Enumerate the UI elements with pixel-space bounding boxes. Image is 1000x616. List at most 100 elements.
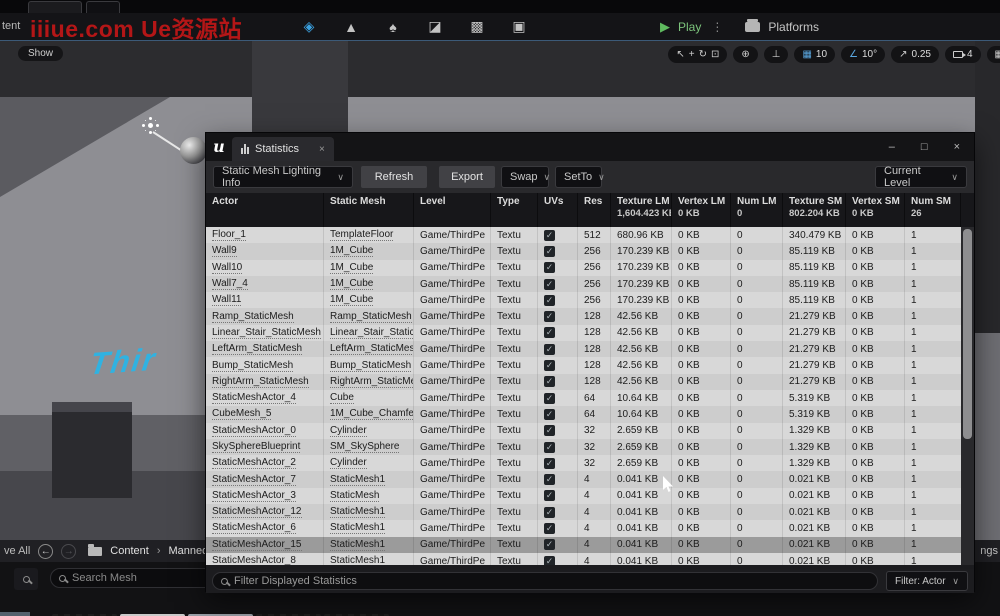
- table-row[interactable]: StaticMeshActor_12StaticMesh1Game/ThirdP…: [206, 504, 963, 520]
- settings-button-fragment[interactable]: ngs: [980, 545, 998, 557]
- actor-cell[interactable]: Wall10: [206, 260, 324, 276]
- table-row[interactable]: Wall7_41M_CubeGame/ThirdPeTextu✓256170.2…: [206, 276, 963, 292]
- actor-cell[interactable]: Ramp_StaticMesh: [206, 308, 324, 324]
- actor-cell[interactable]: StaticMeshActor_2: [206, 455, 324, 471]
- select-tool-icon[interactable]: ↖: [676, 49, 684, 60]
- actor-cell[interactable]: Wall11: [206, 292, 324, 308]
- surface-snapping-button[interactable]: ⊥: [764, 46, 789, 63]
- grid-snap-value[interactable]: 10: [816, 49, 827, 60]
- static-mesh-cell[interactable]: StaticMesh1: [324, 537, 414, 553]
- static-mesh-cell[interactable]: LeftArm_StaticMesh: [324, 341, 414, 357]
- landscape-mode-icon[interactable]: ▲: [340, 19, 362, 35]
- camera-speed-button[interactable]: 4: [945, 46, 981, 63]
- actor-cell[interactable]: SkySphereBlueprint: [206, 439, 324, 455]
- statistics-titlebar[interactable]: u Statistics × – □ ×: [206, 133, 974, 161]
- table-row[interactable]: CubeMesh_51M_Cube_ChamferGame/ThirdPeTex…: [206, 406, 963, 422]
- table-row[interactable]: StaticMeshActor_4CubeGame/ThirdPeTextu✓6…: [206, 390, 963, 406]
- column-header[interactable]: Type: [491, 193, 538, 227]
- uvs-checkbox[interactable]: ✓: [544, 393, 555, 404]
- table-row[interactable]: Bump_StaticMeshBump_StaticMeshGame/Third…: [206, 357, 963, 373]
- actor-cell[interactable]: StaticMeshActor_12: [206, 504, 324, 520]
- export-button[interactable]: Export: [439, 166, 495, 188]
- actor-cell[interactable]: Wall9: [206, 243, 324, 259]
- setto-dropdown[interactable]: SetTo ∨: [555, 166, 602, 188]
- scale-snap-value[interactable]: 0.25: [912, 49, 931, 60]
- category-dropdown[interactable]: Static Mesh Lighting Info ∨: [213, 166, 353, 188]
- actor-cell[interactable]: StaticMeshActor_8: [206, 553, 324, 565]
- camera-speed-value[interactable]: 4: [967, 49, 973, 60]
- grid-snap-button-2[interactable]: ▦: [987, 46, 1000, 63]
- static-mesh-cell[interactable]: Cylinder: [324, 455, 414, 471]
- table-row[interactable]: StaticMeshActor_2CylinderGame/ThirdPeTex…: [206, 455, 963, 471]
- uvs-checkbox[interactable]: ✓: [544, 376, 555, 387]
- actor-cell[interactable]: LeftArm_StaticMesh: [206, 341, 324, 357]
- static-mesh-cell[interactable]: 1M_Cube: [324, 243, 414, 259]
- static-mesh-cell[interactable]: 1M_Cube: [324, 260, 414, 276]
- table-row[interactable]: Ramp_StaticMeshRamp_StaticMeshGame/Third…: [206, 308, 963, 324]
- uvs-checkbox[interactable]: ✓: [544, 295, 555, 306]
- filter-search-box[interactable]: [212, 572, 878, 590]
- play-options-icon[interactable]: ⋮: [711, 20, 723, 34]
- statistics-tab[interactable]: Statistics ×: [232, 137, 334, 161]
- table-row[interactable]: StaticMeshActor_8StaticMesh1Game/ThirdPe…: [206, 553, 963, 565]
- table-row[interactable]: Linear_Stair_StaticMeshLinear_Stair_Stat…: [206, 325, 963, 341]
- filter-actor-dropdown[interactable]: Filter: Actor ∨: [886, 571, 968, 591]
- actor-cell[interactable]: StaticMeshActor_6: [206, 520, 324, 536]
- back-icon[interactable]: ←: [38, 544, 53, 559]
- save-all-button[interactable]: ve All: [4, 545, 30, 557]
- uvs-checkbox[interactable]: ✓: [544, 230, 555, 241]
- uvs-checkbox[interactable]: ✓: [544, 474, 555, 485]
- static-mesh-cell[interactable]: Ramp_StaticMesh: [324, 308, 414, 324]
- table-row[interactable]: StaticMeshActor_6StaticMesh1Game/ThirdPe…: [206, 520, 963, 536]
- chrome-sphere[interactable]: [180, 137, 207, 164]
- foliage-mode-icon[interactable]: ♠: [382, 19, 404, 35]
- modeling-mode-icon[interactable]: ▣: [508, 18, 530, 35]
- table-row[interactable]: LeftArm_StaticMeshLeftArm_StaticMeshGame…: [206, 341, 963, 357]
- uvs-checkbox[interactable]: ✓: [544, 490, 555, 501]
- play-button[interactable]: Play: [678, 20, 701, 34]
- uvs-checkbox[interactable]: ✓: [544, 311, 555, 322]
- column-header[interactable]: Static Mesh: [324, 193, 414, 227]
- static-mesh-cell[interactable]: StaticMesh1: [324, 553, 414, 565]
- level-scope-dropdown[interactable]: Current Level ∨: [875, 166, 967, 188]
- play-icon[interactable]: ▶: [660, 19, 670, 35]
- actor-cell[interactable]: Wall7_4: [206, 276, 324, 292]
- mesh-paint-mode-icon[interactable]: ◪: [424, 18, 446, 35]
- table-row[interactable]: Wall101M_CubeGame/ThirdPeTextu✓256170.23…: [206, 260, 963, 276]
- rotate-tool-icon[interactable]: ↻: [699, 49, 707, 60]
- refresh-button[interactable]: Refresh: [361, 166, 427, 188]
- actor-cell[interactable]: StaticMeshActor_3: [206, 488, 324, 504]
- actor-cell[interactable]: StaticMeshActor_15: [206, 537, 324, 553]
- content-drawer-label[interactable]: tent: [2, 20, 20, 32]
- filter-search-input[interactable]: [234, 575, 869, 587]
- static-mesh-cell[interactable]: TemplateFloor: [324, 227, 414, 243]
- uvs-checkbox[interactable]: ✓: [544, 556, 555, 565]
- uvs-checkbox[interactable]: ✓: [544, 507, 555, 518]
- table-row[interactable]: StaticMeshActor_7StaticMesh1Game/ThirdPe…: [206, 471, 963, 487]
- static-mesh-cell[interactable]: Cube: [324, 390, 414, 406]
- table-row[interactable]: StaticMeshActor_15StaticMesh1Game/ThirdP…: [206, 537, 963, 553]
- uvs-checkbox[interactable]: ✓: [544, 425, 555, 436]
- table-row[interactable]: Wall111M_CubeGame/ThirdPeTextu✓256170.23…: [206, 292, 963, 308]
- table-row[interactable]: SkySphereBlueprintSM_SkySphereGame/Third…: [206, 439, 963, 455]
- static-mesh-cell[interactable]: SM_SkySphere: [324, 439, 414, 455]
- column-header[interactable]: Num SM26: [905, 193, 961, 227]
- rotation-snap-value[interactable]: 10°: [862, 49, 877, 60]
- table-row[interactable]: StaticMeshActor_0CylinderGame/ThirdPeTex…: [206, 423, 963, 439]
- actor-cell[interactable]: RightArm_StaticMesh: [206, 374, 324, 390]
- scrollbar-thumb[interactable]: [963, 229, 972, 439]
- actor-cell[interactable]: Bump_StaticMesh: [206, 357, 324, 373]
- globe-icon[interactable]: ⊕: [741, 49, 749, 60]
- uvs-checkbox[interactable]: ✓: [544, 262, 555, 273]
- column-header[interactable]: UVs: [538, 193, 578, 227]
- column-header[interactable]: Vertex SM0 KB: [846, 193, 905, 227]
- static-mesh-cell[interactable]: StaticMesh: [324, 488, 414, 504]
- uvs-checkbox[interactable]: ✓: [544, 344, 555, 355]
- uvs-checkbox[interactable]: ✓: [544, 409, 555, 420]
- static-mesh-cell[interactable]: 1M_Cube: [324, 292, 414, 308]
- maximize-icon[interactable]: □: [921, 141, 928, 153]
- uvs-checkbox[interactable]: ✓: [544, 360, 555, 371]
- uvs-checkbox[interactable]: ✓: [544, 523, 555, 534]
- actor-cell[interactable]: StaticMeshActor_7: [206, 471, 324, 487]
- surface-snap-icon[interactable]: ⊥: [772, 49, 781, 60]
